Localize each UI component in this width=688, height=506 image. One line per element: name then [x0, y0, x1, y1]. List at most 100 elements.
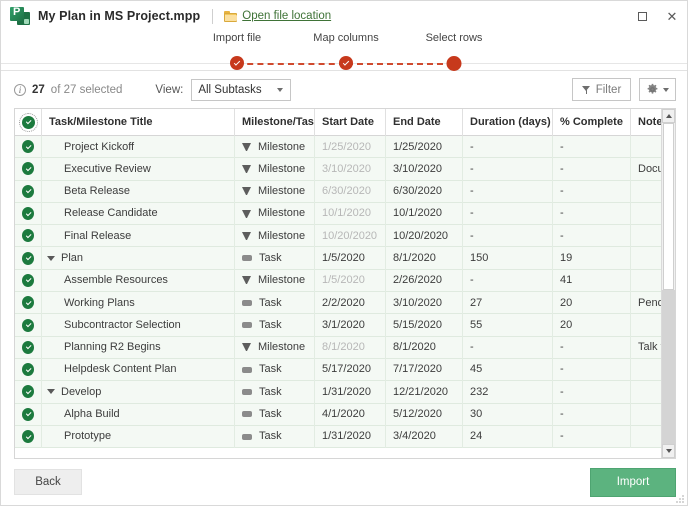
maximize-button[interactable]: [627, 1, 657, 31]
row-title-label: Beta Release: [64, 185, 131, 198]
open-file-location-link[interactable]: Open file location: [224, 10, 331, 22]
settings-button[interactable]: [639, 78, 676, 101]
row-percent: -: [553, 180, 631, 203]
stepper-dash-1: [237, 62, 345, 65]
row-checkbox-cell: [15, 403, 42, 426]
close-icon: ✕: [666, 8, 678, 24]
row-checkbox[interactable]: [22, 296, 34, 310]
row-end-date: 12/21/2020: [386, 380, 463, 404]
row-duration: 45: [463, 358, 553, 381]
close-button[interactable]: ✕: [657, 1, 687, 31]
table-row[interactable]: Helpdesk Content Plan Task 5/17/2020 7/17/2…: [15, 358, 675, 382]
row-checkbox[interactable]: [22, 140, 34, 154]
filter-button[interactable]: Filter: [572, 78, 631, 101]
row-end-date: 5/12/2020: [386, 403, 463, 426]
group-row-title: Develop: [42, 380, 235, 404]
row-checkbox[interactable]: [22, 162, 34, 176]
task-icon: [242, 388, 252, 395]
row-percent: -: [553, 425, 631, 448]
table-row[interactable]: Subcontractor Selection Task 3/1/2020 5/15/…: [15, 313, 675, 337]
row-percent: -: [553, 157, 631, 181]
resize-grip[interactable]: [675, 494, 684, 503]
wizard-stepper: Import file Map columns Select rows: [1, 31, 687, 71]
chevron-down-icon: [277, 87, 284, 92]
chevron-down-icon[interactable]: [47, 255, 55, 261]
import-button[interactable]: Import: [590, 467, 676, 497]
step-node-3[interactable]: [446, 56, 462, 71]
row-title-label: Subcontractor Selection: [64, 318, 181, 331]
step-node-2[interactable]: [339, 56, 353, 70]
row-type-cell: Task: [235, 246, 315, 270]
row-end-date: 3/10/2020: [386, 157, 463, 181]
table-scrollbar[interactable]: [661, 109, 675, 458]
column-header-start[interactable]: Start Date: [315, 109, 386, 136]
row-checkbox[interactable]: [22, 407, 34, 421]
scrollbar-thumb[interactable]: [663, 123, 674, 290]
scroll-up-button[interactable]: [662, 109, 675, 123]
row-checkbox[interactable]: [22, 229, 34, 243]
column-header-duration[interactable]: Duration (days): [463, 109, 553, 136]
table-toolbar: i 27 of 27 selected View: All Subtasks F…: [1, 71, 687, 108]
row-checkbox-cell: [15, 291, 42, 314]
table-body-viewport: Project Kickoff Milestone 1/25/2020 1/25/20…: [15, 136, 675, 458]
title-separator: [212, 8, 214, 24]
window-title: My Plan in MS Project.mpp: [38, 9, 201, 23]
chevron-down-icon: [665, 449, 672, 453]
row-end-date: 3/4/2020: [386, 425, 463, 448]
select-all-checkbox[interactable]: [18, 112, 38, 132]
milestone-icon: [242, 187, 251, 196]
row-title-label: Executive Review: [64, 162, 151, 175]
row-type-label: Task: [259, 251, 282, 264]
column-header-end[interactable]: End Date: [386, 109, 463, 136]
table-row[interactable]: Project Kickoff Milestone 1/25/2020 1/25/20…: [15, 136, 675, 159]
row-title-label: Develop: [61, 385, 102, 398]
step-node-1[interactable]: [230, 56, 244, 70]
column-header-title[interactable]: Task/Milestone Title: [42, 109, 235, 136]
column-header-percent[interactable]: % Complete: [553, 109, 631, 136]
table-row[interactable]: Prototype Task 1/31/2020 3/4/2020 24-: [15, 425, 675, 449]
row-start-date: 3/10/2020: [315, 157, 386, 181]
step-label-1[interactable]: Import file: [213, 32, 261, 44]
row-title-label: Helpdesk Content Plan: [64, 363, 177, 376]
row-checkbox[interactable]: [22, 430, 34, 443]
table-row[interactable]: Plan Task 1/5/2020 8/1/2020 150 19: [15, 246, 675, 270]
row-checkbox[interactable]: [22, 273, 34, 287]
row-duration: 55: [463, 313, 553, 337]
step-label-3[interactable]: Select rows: [426, 32, 483, 44]
row-checkbox[interactable]: [22, 385, 34, 399]
table-row[interactable]: Develop Task 1/31/2020 12/21/2020 232-: [15, 380, 675, 404]
chevron-down-icon[interactable]: [47, 389, 55, 395]
scrollbar-track[interactable]: [662, 123, 675, 444]
row-start-date: 1/31/2020: [315, 425, 386, 448]
task-row-title: Helpdesk Content Plan: [42, 358, 235, 381]
milestone-icon: [242, 276, 251, 285]
back-button[interactable]: Back: [14, 469, 82, 495]
row-checkbox[interactable]: [22, 340, 34, 354]
row-start-date: 1/5/2020: [315, 246, 386, 270]
row-end-date: 7/17/2020: [386, 358, 463, 381]
row-start-date: 4/1/2020: [315, 403, 386, 426]
row-checkbox[interactable]: [22, 251, 34, 265]
step-label-2[interactable]: Map columns: [313, 32, 378, 44]
task-row-title: Executive Review: [42, 157, 235, 181]
table-row[interactable]: Beta Release Milestone 6/30/2020 6/30/2020-…: [15, 180, 675, 203]
milestone-icon: [242, 343, 251, 352]
rows-table: Task/Milestone Title Milestone/Task Star…: [14, 108, 676, 459]
view-select[interactable]: All Subtasks: [191, 78, 292, 101]
table-row[interactable]: Assemble Resources Milestone 1/5/2020 2/26/…: [15, 269, 675, 293]
row-checkbox[interactable]: [22, 363, 34, 377]
row-checkbox[interactable]: [22, 184, 34, 198]
column-header-type[interactable]: Milestone/Task: [235, 109, 315, 136]
table-row[interactable]: Alpha Build Task 4/1/2020 5/12/2020 30-: [15, 403, 675, 426]
table-header-row: Task/Milestone Title Milestone/Task Star…: [15, 109, 675, 136]
scrollbar-lower-track[interactable]: [662, 289, 675, 444]
row-checkbox[interactable]: [22, 207, 34, 221]
table-row[interactable]: Executive Review Milestone 3/10/2020 3/10/2…: [15, 157, 675, 181]
table-row[interactable]: Planning R2 Begins Milestone 8/1/2020 8/1/2…: [15, 336, 675, 359]
row-checkbox[interactable]: [22, 318, 34, 332]
table-row[interactable]: Working Plans Task 2/2/2020 3/10/2020 27 20 Pe…: [15, 291, 675, 315]
table-row[interactable]: Release Candidate Milestone 10/1/2020 10/1/…: [15, 202, 675, 226]
row-checkbox-cell: [15, 246, 42, 270]
scroll-down-button[interactable]: [662, 444, 675, 458]
table-row[interactable]: Final Release Milestone 10/20/2020 10/20/20…: [15, 224, 675, 248]
